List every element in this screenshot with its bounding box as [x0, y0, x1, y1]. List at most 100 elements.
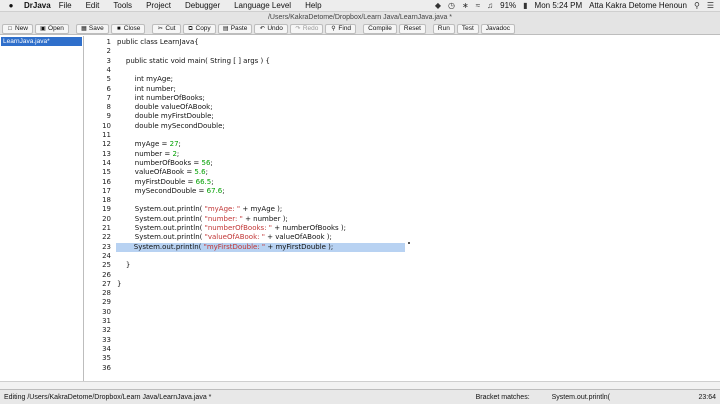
undo-label: Undo [267, 25, 283, 32]
undo-icon: ↶ [259, 25, 265, 32]
code-line[interactable]: number = 2; [117, 150, 179, 159]
code-text: myAge = [117, 140, 170, 149]
menu-language-level[interactable]: Language Level [234, 1, 291, 10]
code-line[interactable]: System.out.println( "myAge: " + myAge ); [117, 205, 282, 214]
toolbar: □ New ▣ Open ▦ Save ■ Close ✂ Cut ⧉ Copy ▤ Past… [0, 23, 720, 35]
code-line[interactable]: int number; [117, 85, 176, 94]
code-line[interactable]: mySecondDouble = 67.6; [117, 187, 225, 196]
line-number: 17 [102, 186, 111, 195]
scissors-icon: ✂ [157, 25, 163, 32]
line-number: 22 [102, 233, 111, 242]
code-line-selected[interactable]: System.out.println( "myFirstDouble: " + … [116, 242, 405, 252]
battery-icon[interactable]: ▮ [523, 1, 527, 10]
timemachine-icon[interactable]: ◷ [448, 1, 455, 10]
line-number: 11 [102, 131, 111, 139]
code-text: ; [176, 149, 180, 158]
code-line[interactable]: System.out.println( "numberOfBooks: " + … [117, 224, 346, 233]
code-text: mySecondDouble = [117, 186, 207, 195]
run-button[interactable]: Run [432, 23, 455, 34]
clipboard-icon: ▤ [222, 25, 229, 32]
code-text: double myFirstDouble; [117, 112, 214, 121]
code-text: System.out.println( [117, 214, 205, 223]
mouse-cursor [408, 242, 410, 244]
code-line[interactable]: } [117, 261, 130, 270]
open-button[interactable]: ▣ Open [35, 23, 69, 34]
new-file-icon: □ [8, 25, 12, 32]
code-area[interactable]: public class LearnJava{ public static vo… [116, 36, 717, 381]
code-line[interactable]: double mySecondDouble; [117, 122, 225, 131]
code-text: + numberOfBooks ); [272, 224, 346, 232]
code-line[interactable]: System.out.println( "number: " + number … [117, 215, 288, 224]
find-icon: ⚲ [331, 25, 336, 32]
save-label: Save [88, 25, 104, 32]
code-line[interactable]: valueOfABook = 5.6; [117, 168, 208, 177]
open-label: Open [48, 25, 64, 32]
code-text: ; [211, 177, 214, 186]
menu-project[interactable]: Project [146, 1, 171, 10]
line-number: 1 [106, 38, 111, 46]
code-text: int myAge; [117, 75, 174, 84]
test-button[interactable]: Test [456, 23, 479, 34]
search-icon[interactable]: ⚲ [694, 1, 700, 10]
code-text: System.out.println( [116, 242, 204, 251]
line-number: 19 [102, 205, 111, 214]
line-number-gutter: 1 2 3 4 5 6 7 8 9 10 11 12 13 14 15 16 17 18 19 20 21 22 23 24 2… [85, 36, 111, 381]
reset-button[interactable]: Reset [398, 23, 426, 34]
code-line[interactable]: double myFirstDouble; [117, 112, 214, 121]
redo-button[interactable]: ↷ Redo [289, 23, 324, 34]
code-text: numberOfBooks = [117, 158, 202, 167]
code-line[interactable]: numberOfBooks = 56; [117, 159, 213, 168]
line-number: 9 [106, 112, 111, 121]
save-button[interactable]: ▦ Save [75, 23, 109, 34]
undo-button[interactable]: ↶ Undo [254, 23, 288, 34]
code-editor[interactable]: 1 2 3 4 5 6 7 8 9 10 11 12 13 14 15 16 17 18 19 20 21 22 23 24 2… [85, 36, 720, 381]
wifi-icon[interactable]: ≈ [476, 1, 480, 10]
find-button[interactable]: ⚲ Find [325, 23, 357, 34]
volume-icon[interactable]: ♫ [487, 1, 493, 10]
line-number: 12 [102, 140, 111, 149]
apple-menu-icon[interactable]: ● [4, 1, 18, 10]
app-menu[interactable]: DrJava [24, 1, 51, 10]
number-literal: 27 [169, 140, 179, 149]
new-button[interactable]: □ New [2, 23, 34, 34]
code-line[interactable]: int myAge; [117, 75, 173, 84]
copy-button[interactable]: ⧉ Copy [182, 23, 216, 34]
code-line[interactable]: public static void main( String [ ] args… [117, 57, 270, 66]
line-number: 23 [102, 242, 111, 251]
javadoc-button[interactable]: Javadoc [480, 23, 515, 34]
horizontal-scrollbar[interactable] [0, 381, 720, 389]
bluetooth-icon[interactable]: ∗ [462, 1, 469, 10]
copy-icon: ⧉ [188, 25, 193, 32]
code-line[interactable]: System.out.println( "valueOfABook: " + v… [117, 233, 332, 242]
menu-debugger[interactable]: Debugger [185, 1, 220, 10]
list-icon[interactable]: ☰ [707, 1, 714, 10]
code-line[interactable]: double valueOfABook; [117, 103, 213, 112]
copy-label: Copy [195, 25, 211, 32]
number-literal: 5.6 [194, 168, 206, 177]
user-name[interactable]: Atta Kakra Detome Henoun [589, 1, 687, 10]
menu-help[interactable]: Help [305, 1, 321, 10]
cut-button[interactable]: ✂ Cut [152, 23, 181, 34]
bracket-matches-label: Bracket matches: [475, 393, 530, 401]
code-text: System.out.println( [117, 224, 205, 232]
line-number: 27 [102, 279, 111, 288]
menu-file[interactable]: File [59, 1, 72, 10]
dropbox-icon[interactable]: ◆ [435, 1, 441, 10]
menu-edit[interactable]: Edit [86, 1, 100, 10]
clock[interactable]: Mon 5:24 PM [535, 1, 583, 10]
code-line[interactable]: myAge = 27; [117, 140, 181, 149]
code-line[interactable]: } [117, 280, 121, 289]
code-text: int number; [117, 84, 176, 93]
code-line[interactable]: public class LearnJava{ [117, 38, 199, 47]
menu-tools[interactable]: Tools [113, 1, 132, 10]
line-number: 3 [106, 56, 111, 65]
code-line[interactable]: myFirstDouble = 66.5; [117, 178, 214, 187]
file-item-learnjava[interactable]: LearnJava.java* [1, 37, 82, 46]
code-line[interactable]: int numberOfBooks; [117, 94, 205, 103]
close-button[interactable]: ■ Close [110, 23, 146, 34]
compile-button[interactable]: Compile [363, 23, 397, 34]
paste-button[interactable]: ▤ Paste [217, 23, 253, 34]
line-number: 8 [106, 103, 111, 112]
code-text: myFirstDouble = [117, 177, 196, 186]
code-text: public class LearnJava{ [117, 38, 199, 46]
